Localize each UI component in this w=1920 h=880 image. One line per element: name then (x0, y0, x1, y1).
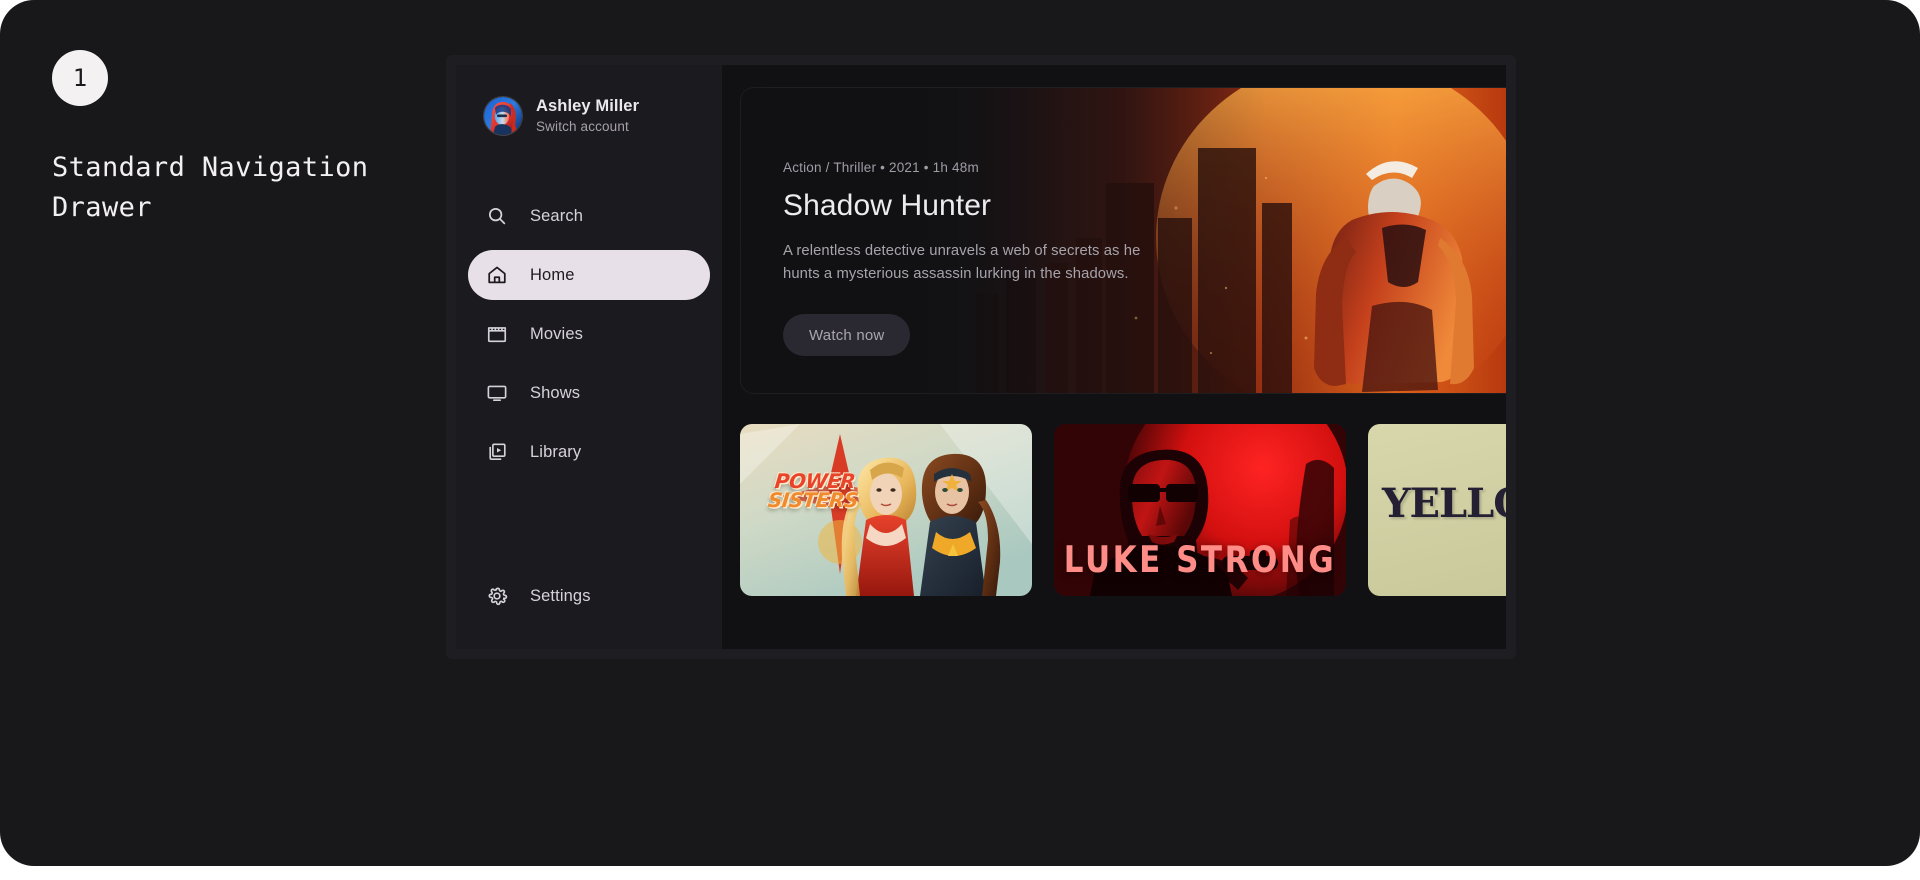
sidebar-item-label: Library (530, 443, 582, 461)
sidebar-item-settings[interactable]: Settings (468, 571, 710, 621)
search-icon (486, 205, 508, 227)
step-number-badge: 1 (52, 50, 108, 106)
annotation-title: Standard Navigation Drawer (52, 152, 369, 223)
account-name: Ashley Miller (536, 97, 640, 115)
poster-carousel[interactable]: POWER SISTERS LUKE STRONG YELL (740, 424, 1506, 596)
poster-card-luke-strong[interactable]: LUKE STRONG (1054, 424, 1346, 596)
video-library-icon (486, 441, 508, 463)
hero-description: A relentless detective unravels a web of… (783, 243, 1141, 282)
account-header[interactable]: Ashley Miller Switch account (456, 65, 722, 135)
tv-icon (486, 382, 508, 404)
sidebar-item-library[interactable]: Library (468, 427, 710, 477)
hero-banner[interactable]: Action / Thriller • 2021 • 1h 48m Shadow… (740, 87, 1506, 394)
sidebar-item-label: Home (530, 266, 575, 284)
poster-title: LUKE STRONG (1063, 538, 1337, 582)
navigation-drawer: Ashley Miller Switch account Search Home… (456, 65, 722, 649)
device-frame: Ashley Miller Switch account Search Home… (446, 55, 1516, 659)
home-icon (486, 264, 508, 286)
switch-account-link[interactable]: Switch account (536, 119, 639, 135)
poster-card-yellow[interactable]: YELLOW (1368, 424, 1506, 596)
app-window: Ashley Miller Switch account Search Home… (456, 65, 1506, 649)
poster-card-power-sisters[interactable]: POWER SISTERS (740, 424, 1032, 596)
watch-now-button[interactable]: Watch now (783, 314, 911, 356)
account-text: Ashley Miller Switch account (536, 97, 639, 135)
nav-item-list: Search Home Movies Shows Library (456, 191, 722, 477)
sidebar-item-movies[interactable]: Movies (468, 309, 710, 359)
sidebar-item-label: Shows (530, 384, 581, 402)
page-title: Shadow Hunter (783, 189, 992, 222)
app-canvas: 1 Standard Navigation Drawer Ashley Mill… (0, 0, 1920, 866)
annotation-column: 1 Standard Navigation Drawer (52, 50, 422, 228)
nav-footer: Settings (456, 571, 722, 649)
sidebar-item-label: Search (530, 207, 583, 225)
clapperboard-icon (486, 323, 508, 345)
main-content: Action / Thriller • 2021 • 1h 48m Shadow… (722, 65, 1506, 649)
gear-icon (486, 585, 508, 607)
sidebar-item-label: Movies (530, 325, 583, 343)
sidebar-item-home[interactable]: Home (468, 250, 710, 300)
sidebar-item-search[interactable]: Search (468, 191, 710, 241)
poster-title: YELLOW (1382, 480, 1506, 527)
avatar (484, 97, 522, 135)
hero-meta: Action / Thriller • 2021 • 1h 48m (783, 160, 979, 175)
sidebar-item-shows[interactable]: Shows (468, 368, 710, 418)
hero-content: Action / Thriller • 2021 • 1h 48m Shadow… (741, 88, 1203, 356)
poster-title-line2: SISTERS (766, 488, 860, 512)
poster-title: POWER SISTERS (752, 469, 876, 512)
sidebar-item-label: Settings (530, 587, 591, 605)
